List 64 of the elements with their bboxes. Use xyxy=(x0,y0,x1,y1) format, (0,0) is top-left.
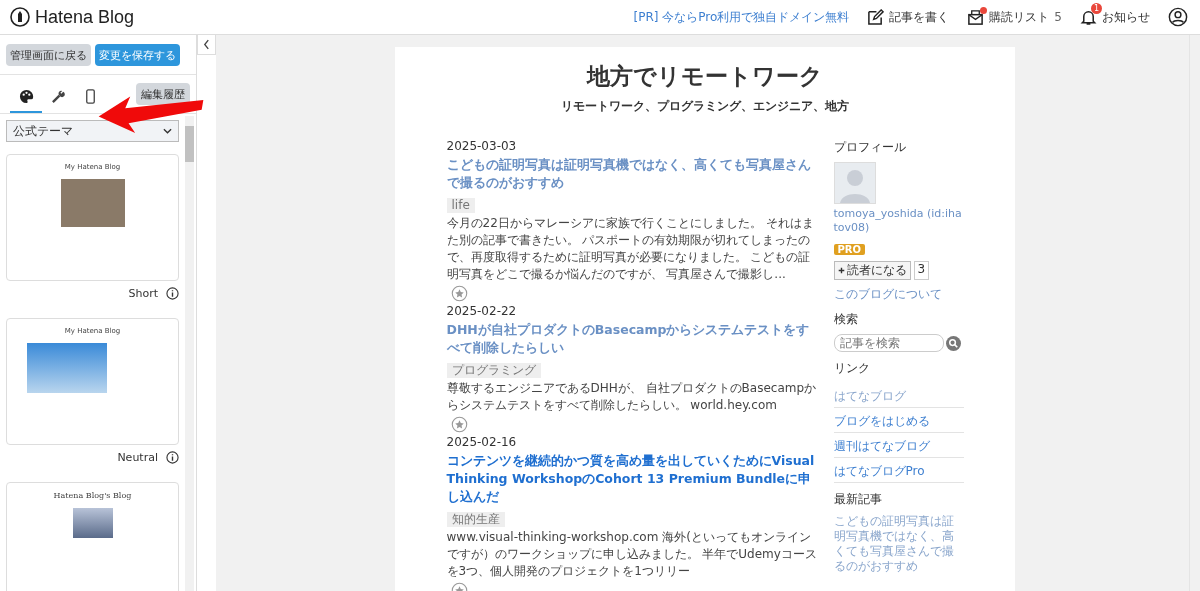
reading-list-link[interactable]: 購読リスト xyxy=(989,8,1050,26)
post-excerpt: www.visual-thinking-workshop.com 海外(といってもオンラインですが）のワークショップに申し込みました。 半年でUdemyコースを3つ、個人開発のプロジェクトを1つリリー xyxy=(446,529,818,580)
user-icon[interactable] xyxy=(1168,7,1188,27)
search-field[interactable]: 記事を検索 xyxy=(833,334,944,352)
plus-icon xyxy=(837,267,845,274)
module-heading: プロフィール xyxy=(833,139,907,156)
post-date: 2025-03-03 xyxy=(446,139,518,153)
about-link[interactable]: このブログについて xyxy=(833,287,942,301)
category-tag[interactable]: life xyxy=(446,198,475,213)
post-title-link[interactable]: DHHが自社プロダクトのBasecampからシステムテストをすべて削除したらしい xyxy=(446,321,822,357)
wrench-icon xyxy=(50,88,66,104)
mail-icon xyxy=(967,8,985,26)
pro-badge: PRO xyxy=(833,244,866,255)
subscriber-count: 3 xyxy=(913,261,930,280)
post-date: 2025-02-16 xyxy=(446,435,518,449)
subscribe-button[interactable]: 読者になる xyxy=(833,261,911,280)
write-link[interactable]: 記事を書く xyxy=(889,8,950,26)
notifications-link[interactable]: お知らせ xyxy=(1102,8,1150,26)
reading-count: 5 xyxy=(1054,10,1062,24)
post-excerpt: 尊敬するエンジニアであるDHHが、 自社プロダクトのBasecampからシステムテストをすべて削除したらしい。 world.hey.com xyxy=(446,380,818,414)
photo-placeholder xyxy=(72,508,113,538)
post-title-link[interactable]: コンテンツを継続的かつ質を高め量を出していくためにVisual Thinking WorkshopのCohort 13 Premium Bundleに申し込んだ xyxy=(446,452,822,506)
post-title-link[interactable]: こどもの証明写真は証明写真機ではなく、高くても写真屋さんで撮るのがおすすめ xyxy=(446,156,822,192)
theme-name: Short xyxy=(128,287,158,300)
chevron-left-icon xyxy=(203,39,210,50)
post-excerpt: 今月の22日からマレーシアに家族で行くことにしました。 それはまた別の記事で書きたい。 パスポートの有効期限が切れてしまったので、再度取得するために証明写真が必要になりました。 こどもの証明写真をどこで撮るか悩んだのですが、 写真屋さんで撮影し... xyxy=(446,215,815,283)
module-heading: リンク xyxy=(833,360,871,377)
back-button[interactable]: 管理画面に戻る xyxy=(6,44,91,66)
save-button[interactable]: 変更を保存する xyxy=(95,44,180,66)
search-icon[interactable] xyxy=(945,335,961,351)
blog-description: リモートワーク、プログラミング、エンジニア、地方 xyxy=(561,98,849,115)
user-link[interactable]: tomoya_yoshida (id:ihatov08) xyxy=(833,207,964,235)
pen-nib-icon xyxy=(10,7,30,27)
theme-preview[interactable]: Hatena Blog's Blog xyxy=(6,482,179,591)
logo[interactable]: Hatena Blog xyxy=(10,6,135,28)
post-date: 2025-02-22 xyxy=(446,304,518,318)
palette-icon xyxy=(18,88,34,104)
edit-icon xyxy=(867,8,885,26)
category-tag[interactable]: プログラミング xyxy=(446,363,541,378)
photo-placeholder xyxy=(60,179,125,227)
info-icon[interactable] xyxy=(166,451,179,464)
sidebar-link[interactable]: はてなブログPro xyxy=(833,464,925,478)
sidebar-link[interactable]: 週刊はてなブログ xyxy=(833,439,930,453)
sidebar-link[interactable]: はてなブログ xyxy=(833,389,906,403)
notification-badge: 1 xyxy=(1091,2,1102,14)
chevron-down-icon xyxy=(163,128,172,134)
scrollbar[interactable] xyxy=(185,116,194,591)
category-tag[interactable]: 知的生産 xyxy=(446,512,505,527)
theme-select[interactable]: 公式テーマ xyxy=(6,120,179,142)
logo-text: Hatena Blog xyxy=(35,6,135,28)
blog-title[interactable]: 地方でリモートワーク xyxy=(587,61,823,92)
info-icon[interactable] xyxy=(166,287,179,300)
recent-post-link[interactable]: こどもの証明写真は証明写真機ではなく、高くても写真屋さんで撮るのがおすすめ xyxy=(833,514,964,574)
theme-name: Neutral xyxy=(117,451,158,464)
promo-link[interactable]: [PR] 今ならPro利用で独自ドメイン無料 xyxy=(633,8,850,26)
history-button[interactable]: 編集履歴 xyxy=(136,83,190,105)
unread-dot xyxy=(980,6,988,14)
module-heading: 検索 xyxy=(833,311,859,328)
preview-title: Hatena Blog's Blog xyxy=(53,491,132,500)
avatar-placeholder xyxy=(833,162,876,204)
sidebar-link[interactable]: ブログをはじめる xyxy=(833,414,930,428)
module-heading: 最新記事 xyxy=(833,491,883,508)
bell-icon xyxy=(1080,8,1097,26)
collapse-button[interactable] xyxy=(197,35,216,55)
